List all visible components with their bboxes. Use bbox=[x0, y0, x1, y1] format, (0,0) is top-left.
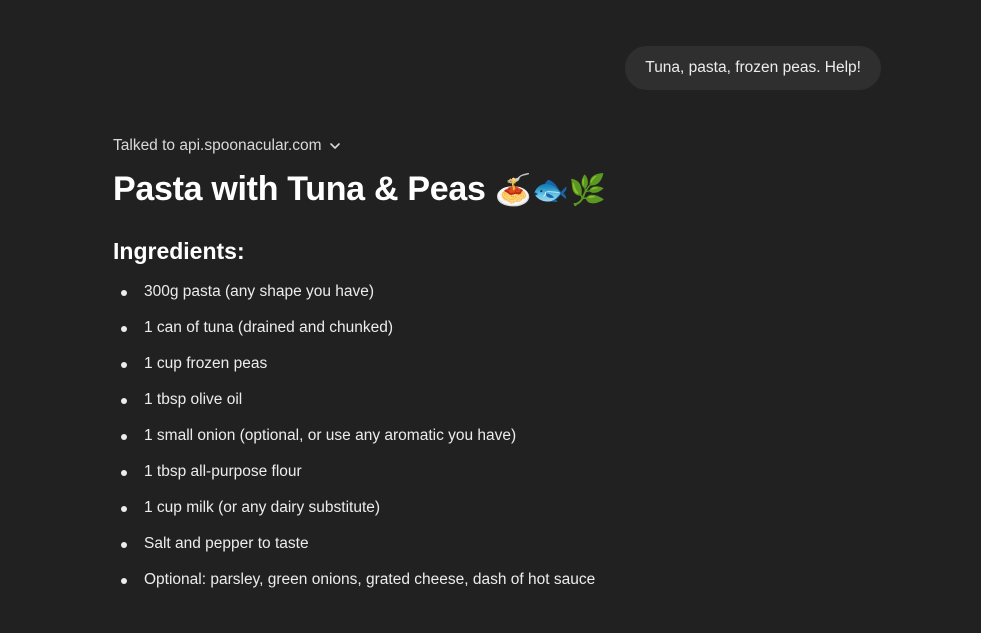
ingredient-text: Salt and pepper to taste bbox=[144, 535, 309, 552]
tool-call-toggle[interactable]: Talked to api.spoonacular.com bbox=[113, 136, 873, 156]
list-item: 1 tbsp all-purpose flour bbox=[113, 462, 873, 498]
chat-page: Tuna, pasta, frozen peas. Help! Talked t… bbox=[0, 0, 981, 633]
list-item: 1 cup milk (or any dairy substitute) bbox=[113, 498, 873, 534]
bullet-icon bbox=[121, 506, 127, 512]
list-item: 1 tbsp olive oil bbox=[113, 390, 873, 426]
bullet-icon bbox=[121, 542, 127, 548]
ingredient-text: 1 cup milk (or any dairy substitute) bbox=[144, 499, 381, 516]
ingredients-heading: Ingredients: bbox=[113, 238, 245, 264]
recipe-title: Pasta with Tuna & Peas 🍝🐟🌿 bbox=[113, 166, 873, 214]
bullet-icon bbox=[121, 578, 127, 584]
ingredients-list: 300g pasta (any shape you have) 1 can of… bbox=[113, 282, 873, 606]
recipe-emojis: 🍝🐟🌿 bbox=[494, 173, 606, 208]
bullet-icon bbox=[121, 470, 127, 476]
list-item: 1 can of tuna (drained and chunked) bbox=[113, 318, 873, 354]
ingredient-text: 300g pasta (any shape you have) bbox=[144, 283, 375, 300]
bullet-icon bbox=[121, 362, 127, 368]
chevron-down-icon bbox=[328, 139, 342, 153]
ingredient-text: 1 small onion (optional, or use any arom… bbox=[144, 427, 517, 444]
list-item: Optional: parsley, green onions, grated … bbox=[113, 570, 873, 606]
bullet-icon bbox=[121, 398, 127, 404]
ingredient-text: Optional: parsley, green onions, grated … bbox=[144, 571, 596, 588]
ingredient-text: 1 tbsp olive oil bbox=[144, 391, 243, 408]
user-message-text: Tuna, pasta, frozen peas. Help! bbox=[645, 59, 861, 76]
bullet-icon bbox=[121, 290, 127, 296]
ingredient-text: 1 cup frozen peas bbox=[144, 355, 268, 372]
user-message-bubble: Tuna, pasta, frozen peas. Help! bbox=[625, 46, 881, 90]
tool-call-label: Talked to api.spoonacular.com bbox=[113, 137, 322, 154]
bullet-icon bbox=[121, 326, 127, 332]
assistant-message: Talked to api.spoonacular.com Pasta with… bbox=[113, 136, 873, 606]
bullet-icon bbox=[121, 434, 127, 440]
list-item: Salt and pepper to taste bbox=[113, 534, 873, 570]
ingredient-text: 1 tbsp all-purpose flour bbox=[144, 463, 302, 480]
list-item: 1 cup frozen peas bbox=[113, 354, 873, 390]
ingredient-text: 1 can of tuna (drained and chunked) bbox=[144, 319, 394, 336]
list-item: 1 small onion (optional, or use any arom… bbox=[113, 426, 873, 462]
list-item: 300g pasta (any shape you have) bbox=[113, 282, 873, 318]
recipe-title-text: Pasta with Tuna & Peas bbox=[113, 170, 486, 208]
